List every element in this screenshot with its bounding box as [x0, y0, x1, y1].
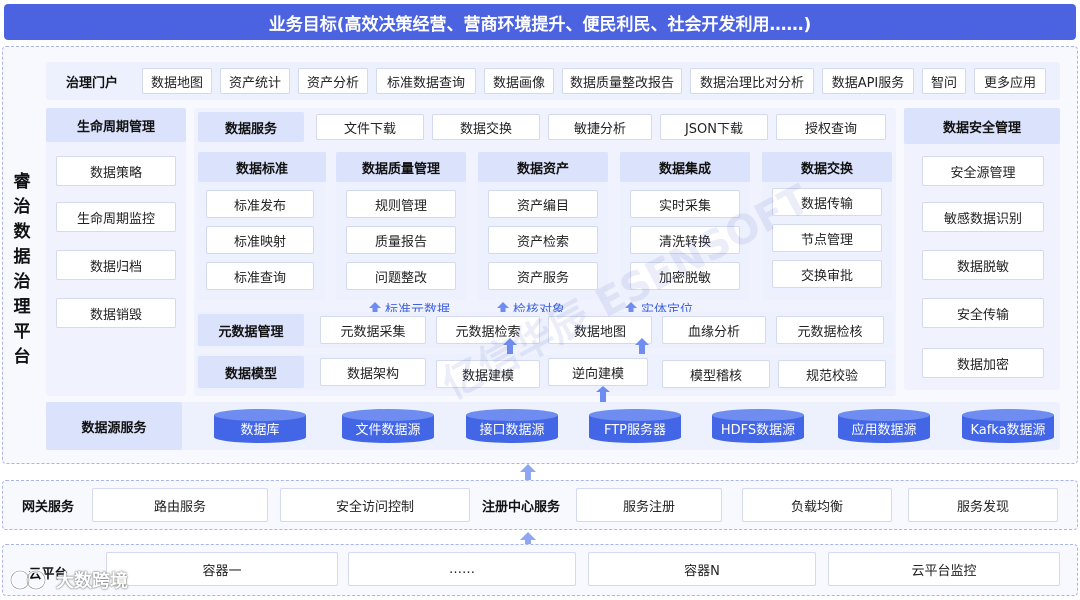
portal-item[interactable]: 资产分析: [298, 68, 368, 94]
registry-label: 注册中心服务: [481, 499, 560, 515]
module-item[interactable]: 标准发布: [206, 190, 314, 218]
lifecycle-item[interactable]: 生命周期监控: [56, 202, 176, 232]
platform-title-char: 治: [13, 272, 31, 292]
business-goal-banner: 业务目标(高效决策经营、营商环境提升、便民利民、社会开发利用……): [4, 4, 1076, 40]
datasource-name: 数据库: [240, 422, 280, 438]
data-service-item[interactable]: 文件下载: [316, 114, 424, 140]
model-item[interactable]: 模型稽核: [662, 360, 770, 388]
security-item[interactable]: 安全传输: [922, 298, 1044, 328]
model-item[interactable]: 数据架构: [320, 358, 426, 386]
cloud-item[interactable]: 云平台监控: [828, 552, 1060, 586]
module-item[interactable]: 资产编目: [488, 190, 598, 218]
module-item[interactable]: 问题整改: [346, 262, 456, 290]
portal-item[interactable]: 数据API服务: [822, 68, 914, 94]
platform-title: 睿 治 数 据 治 理 平 台: [8, 170, 36, 370]
datasource-file[interactable]: 文件数据源: [342, 409, 434, 443]
cloud-item[interactable]: ……: [348, 552, 576, 586]
footer-logo: 大数跨境: [8, 566, 128, 594]
model-item[interactable]: 逆向建模: [548, 358, 648, 386]
module-item[interactable]: 标准映射: [206, 226, 314, 254]
metadata-item[interactable]: 血缘分析: [662, 316, 766, 344]
security-title: 数据安全管理: [904, 108, 1060, 144]
portal-item[interactable]: 标准数据查询: [376, 68, 476, 94]
module-item[interactable]: 规则管理: [346, 190, 456, 218]
platform-title-char: 理: [13, 297, 31, 317]
module-title: 数据集成: [620, 152, 750, 182]
module-title: 数据标准: [198, 152, 326, 182]
portal-item[interactable]: 资产统计: [220, 68, 290, 94]
platform-title-char: 数: [13, 222, 31, 242]
lifecycle-item[interactable]: 数据归档: [56, 250, 176, 280]
datasource-name: Kafka数据源: [970, 422, 1046, 438]
portal-item[interactable]: 智问: [922, 68, 966, 94]
logo-icon: [9, 569, 47, 591]
datasource-name: 应用数据源: [851, 422, 917, 438]
datasource-ftp[interactable]: FTP服务器: [589, 409, 681, 443]
gateway-item[interactable]: 安全访问控制: [280, 488, 470, 522]
data-service-item[interactable]: JSON下载: [660, 114, 768, 140]
portal-item[interactable]: 数据地图: [142, 68, 212, 94]
data-service-item[interactable]: 授权查询: [776, 114, 886, 140]
platform-title-char: 台: [13, 347, 31, 367]
datasource-database[interactable]: 数据库: [214, 409, 306, 443]
registry-item[interactable]: 服务注册: [576, 488, 722, 522]
data-service-item[interactable]: 数据交换: [432, 114, 540, 140]
security-item[interactable]: 安全源管理: [922, 156, 1044, 186]
security-item[interactable]: 数据脱敏: [922, 250, 1044, 280]
module-title: 数据资产: [478, 152, 608, 182]
platform-title-char: 睿: [13, 172, 31, 192]
lifecycle-item[interactable]: 数据策略: [56, 156, 176, 186]
portal-item[interactable]: 数据治理比对分析: [690, 68, 814, 94]
portal-item[interactable]: 数据质量整改报告: [562, 68, 682, 94]
datasource-kafka[interactable]: Kafka数据源: [962, 409, 1054, 443]
footer-logo-text: 大数跨境: [56, 571, 128, 592]
datasource-label: 数据源服务: [46, 402, 182, 450]
cloud-item[interactable]: 容器一: [106, 552, 338, 586]
data-service-item[interactable]: 敏捷分析: [548, 114, 652, 140]
datasource-name: 接口数据源: [479, 422, 545, 438]
module-item[interactable]: 质量报告: [346, 226, 456, 254]
model-item[interactable]: 规范校验: [778, 360, 886, 388]
registry-item[interactable]: 服务发现: [908, 488, 1058, 522]
metadata-item[interactable]: 元数据检核: [776, 316, 884, 344]
platform-title-char: 据: [13, 247, 31, 267]
datasource-name: HDFS数据源: [720, 422, 796, 438]
portal-item[interactable]: 数据画像: [484, 68, 554, 94]
datasource-name: 文件数据源: [355, 422, 421, 438]
cloud-item[interactable]: 容器N: [588, 552, 816, 586]
gateway-item[interactable]: 路由服务: [92, 488, 268, 522]
metadata-item[interactable]: 元数据采集: [320, 316, 426, 344]
module-item[interactable]: 交换审批: [772, 260, 882, 288]
datasource-api[interactable]: 接口数据源: [466, 409, 558, 443]
platform-title-char: 治: [13, 197, 31, 217]
portal-label: 治理门户: [65, 75, 118, 91]
security-item[interactable]: 敏感数据识别: [922, 202, 1044, 232]
module-item[interactable]: 标准查询: [206, 262, 314, 290]
datasource-name: FTP服务器: [603, 422, 667, 438]
lifecycle-title: 生命周期管理: [46, 108, 186, 142]
metadata-label: 元数据管理: [198, 314, 304, 346]
model-label: 数据模型: [198, 356, 304, 388]
datasource-application[interactable]: 应用数据源: [838, 409, 930, 443]
data-service-label: 数据服务: [198, 112, 304, 142]
platform-title-char: 平: [13, 322, 31, 342]
module-title: 数据质量管理: [336, 152, 466, 182]
module-item[interactable]: 资产检索: [488, 226, 598, 254]
gateway-label: 网关服务: [21, 499, 74, 515]
security-item[interactable]: 数据加密: [922, 348, 1044, 378]
lifecycle-item[interactable]: 数据销毁: [56, 298, 176, 328]
datasource-hdfs[interactable]: HDFS数据源: [712, 409, 804, 443]
portal-item[interactable]: 更多应用: [974, 68, 1046, 94]
registry-item[interactable]: 负载均衡: [742, 488, 892, 522]
